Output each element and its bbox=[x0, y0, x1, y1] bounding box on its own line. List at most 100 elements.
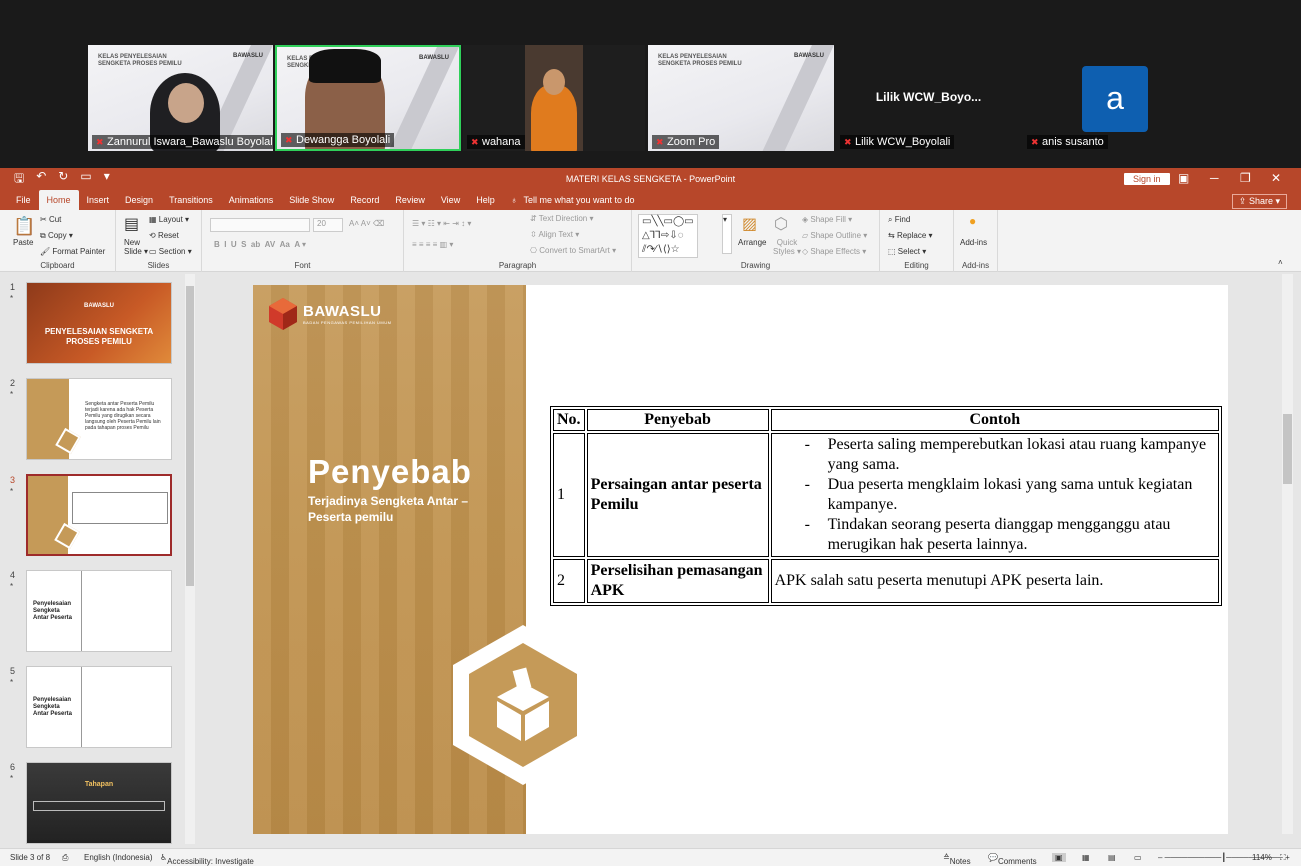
slide-thumbnail-6[interactable]: Tahapan bbox=[26, 762, 172, 844]
shapes-more-icon[interactable]: ▾ bbox=[722, 214, 732, 254]
ribbon-home: 📋 Paste ✂ Cut ⧉ Copy ▾ 🖌 Format Painter … bbox=[0, 210, 1301, 272]
group-label-paragraph: Paragraph bbox=[498, 261, 537, 270]
slide-thumbnail-4[interactable]: Penyelesaian Sengketa Antar Peserta bbox=[26, 570, 172, 652]
minimize-icon[interactable]: ─ bbox=[1210, 171, 1219, 185]
transition-star-icon: * bbox=[10, 774, 14, 783]
slide-sorter-icon[interactable]: ▦ bbox=[1082, 853, 1090, 862]
table-header-row: No. Penyebab Contoh bbox=[553, 409, 1219, 431]
group-slides: ▤ New Slide ▾ ▦ Layout ▾ ⟲ Reset ▭ Sectio… bbox=[116, 210, 202, 272]
share-button[interactable]: ⇪ Share ▾ bbox=[1231, 194, 1287, 209]
convert-smartart-button[interactable]: ⎔ Convert to SmartArt ▾ bbox=[530, 246, 616, 255]
paste-button[interactable]: Paste bbox=[13, 238, 33, 247]
participant-tile[interactable]: a ✖ anis susanto bbox=[1023, 45, 1205, 151]
tab-record[interactable]: Record bbox=[342, 190, 387, 210]
participant-tile-active[interactable]: KELAS PENYELESAIANSENGKETA PROSES PEMILU… bbox=[275, 45, 461, 151]
group-editing: ⌕ Find ⇆ Replace ▾ ⬚ Select ▾ Editing bbox=[880, 210, 954, 272]
transition-star-icon: * bbox=[10, 678, 14, 687]
bawaslu-logo: BAWASLU BADAN PENGAWAS PEMILIHAN UMUM bbox=[269, 298, 391, 330]
header-penyebab: Penyebab bbox=[586, 409, 769, 431]
slide-thumbnail-5[interactable]: Penyelesaian Sengketa Antar Peserta bbox=[26, 666, 172, 748]
tab-help[interactable]: Help bbox=[468, 190, 503, 210]
tab-animations[interactable]: Animations bbox=[221, 190, 282, 210]
slide-thumbnail-3-selected[interactable] bbox=[26, 474, 172, 556]
ribbon-display-icon[interactable]: ▣ bbox=[1178, 171, 1189, 185]
new-slide-icon[interactable]: ▤ bbox=[124, 214, 139, 234]
tab-view[interactable]: View bbox=[433, 190, 468, 210]
shapes-gallery[interactable]: ▭╲╲▭◯▭ △⅂⅂⇨⇩◌ ⫽↷∕∖⟨⟩☆ bbox=[638, 214, 698, 258]
transition-star-icon: * bbox=[10, 390, 14, 399]
slide-thumbnail-2[interactable]: Sengketa antar Peserta Pemilu terjadi ka… bbox=[26, 378, 172, 460]
find-button[interactable]: ⌕ Find bbox=[888, 215, 910, 225]
new-slide-button[interactable]: New Slide ▾ bbox=[124, 238, 148, 256]
shape-fill-button[interactable]: ◈ Shape Fill ▾ bbox=[802, 215, 852, 224]
addins-icon[interactable]: ● bbox=[969, 214, 976, 228]
cell-examples: Peserta saling memperebutkan lokasi atau… bbox=[770, 433, 1219, 557]
copy-button[interactable]: ⧉ Copy ▾ bbox=[40, 231, 73, 241]
window-title: MATERI KELAS SENGKETA - PowerPoint bbox=[565, 174, 736, 184]
tab-home[interactable]: Home bbox=[38, 190, 79, 210]
thumbnail-scrollbar[interactable] bbox=[185, 274, 195, 844]
spellcheck-icon[interactable]: ⎙ bbox=[62, 853, 68, 863]
layout-button[interactable]: ▦ Layout ▾ bbox=[149, 215, 189, 224]
paste-icon[interactable]: 📋 bbox=[13, 216, 35, 237]
mic-muted-icon: ✖ bbox=[656, 137, 664, 147]
reading-view-icon[interactable]: ▤ bbox=[1108, 853, 1116, 862]
shape-effects-button[interactable]: ◇ Shape Effects ▾ bbox=[802, 247, 866, 256]
slideshow-icon[interactable]: ▭ bbox=[1134, 853, 1142, 862]
font-name-dropdown[interactable] bbox=[210, 218, 310, 232]
slide-scrollbar[interactable] bbox=[1282, 274, 1293, 834]
bullets-icon[interactable]: ☰ ▾ ☷ ▾ ⇤ ⇥ ↕ ▾ bbox=[412, 219, 471, 228]
participant-name-label: ✖ Zoom Pro bbox=[652, 135, 720, 149]
cut-button[interactable]: ✂ Cut bbox=[40, 215, 61, 224]
font-format-buttons[interactable]: B I U S ab AV Aa A ▾ bbox=[214, 240, 306, 249]
tab-design[interactable]: Design bbox=[117, 190, 161, 210]
shape-outline-button[interactable]: ▱ Shape Outline ▾ bbox=[802, 231, 867, 240]
align-text-button[interactable]: ⇳ Align Text ▾ bbox=[530, 230, 579, 239]
tab-file[interactable]: File bbox=[8, 190, 39, 210]
tab-review[interactable]: Review bbox=[387, 190, 433, 210]
comments-button[interactable]: 💬 Comments bbox=[988, 853, 1037, 866]
close-icon[interactable]: ✕ bbox=[1271, 171, 1281, 185]
text-direction-button[interactable]: ⇵ Text Direction ▾ bbox=[530, 214, 594, 223]
participant-name-label: ✖ anis susanto bbox=[1027, 135, 1108, 149]
select-button[interactable]: ⬚ Select ▾ bbox=[888, 247, 926, 256]
grow-font-icon[interactable]: A˄ A˅ ⌫ bbox=[349, 219, 384, 228]
normal-view-icon[interactable]: ▣ bbox=[1052, 853, 1066, 862]
arrange-icon[interactable]: ▨ bbox=[742, 214, 757, 234]
addins-button[interactable]: Add-ins bbox=[960, 238, 987, 247]
zoom-level[interactable]: 114% bbox=[1252, 853, 1272, 862]
restore-icon[interactable]: ❐ bbox=[1240, 171, 1251, 185]
reset-button[interactable]: ⟲ Reset bbox=[149, 231, 179, 240]
language-status[interactable]: English (Indonesia) bbox=[84, 853, 152, 862]
header-no: No. bbox=[553, 409, 585, 431]
group-drawing: ▭╲╲▭◯▭ △⅂⅂⇨⇩◌ ⫽↷∕∖⟨⟩☆ ▾ ▨ Arrange ⬡ Quick S… bbox=[632, 210, 880, 272]
quick-styles-icon[interactable]: ⬡ bbox=[774, 214, 788, 234]
accessibility-status[interactable]: ♿ Accessibility: Investigate bbox=[160, 853, 254, 866]
quick-styles-button[interactable]: Quick Styles ▾ bbox=[773, 238, 801, 256]
cell-no: 1 bbox=[553, 433, 585, 557]
sign-in-button[interactable]: Sign in bbox=[1124, 173, 1170, 185]
arrange-button[interactable]: Arrange bbox=[738, 238, 766, 247]
tab-slide-show[interactable]: Slide Show bbox=[281, 190, 342, 210]
tell-me-search[interactable]: ♁ Tell me what you want to do bbox=[503, 190, 643, 210]
participant-tile[interactable]: ✖ wahana bbox=[463, 45, 645, 151]
participant-tile[interactable]: KELAS PENYELESAIAN SENGKETA PROSES PEMILU… bbox=[88, 45, 273, 151]
replace-button[interactable]: ⇆ Replace ▾ bbox=[888, 231, 933, 240]
thumb-number: 1 bbox=[10, 282, 16, 292]
slide-thumbnail-1[interactable]: BAWASLU PENYELESAIAN SENGKETA PROSES PEMI… bbox=[26, 282, 172, 364]
notes-button[interactable]: ≙ Notes bbox=[943, 853, 971, 866]
participant-tile[interactable]: KELAS PENYELESAIAN SENGKETA PROSES PEMILU… bbox=[648, 45, 834, 151]
collapse-ribbon-icon[interactable]: ˄ bbox=[1278, 258, 1283, 267]
tab-insert[interactable]: Insert bbox=[79, 190, 118, 210]
format-painter-button[interactable]: 🖌 Format Painter bbox=[40, 247, 105, 256]
font-size-dropdown[interactable]: 20 bbox=[313, 218, 343, 232]
participant-tile[interactable]: Lilik WCW_Boyo... ✖ Lilik WCW_Boyolali bbox=[836, 45, 1021, 151]
align-icons[interactable]: ≡ ≡ ≡ ≡ ▥ ▾ bbox=[412, 240, 453, 249]
thumb-number: 3 bbox=[10, 475, 16, 485]
slide-canvas[interactable]: BAWASLU BADAN PENGAWAS PEMILIHAN UMUM Pen… bbox=[253, 285, 1228, 834]
section-button[interactable]: ▭ Section ▾ bbox=[149, 247, 192, 256]
fit-to-window-icon[interactable]: ⛶ bbox=[1280, 853, 1286, 863]
thumb-number: 4 bbox=[10, 570, 16, 580]
slide-title: Penyebab bbox=[308, 453, 472, 490]
tab-transitions[interactable]: Transitions bbox=[161, 190, 221, 210]
